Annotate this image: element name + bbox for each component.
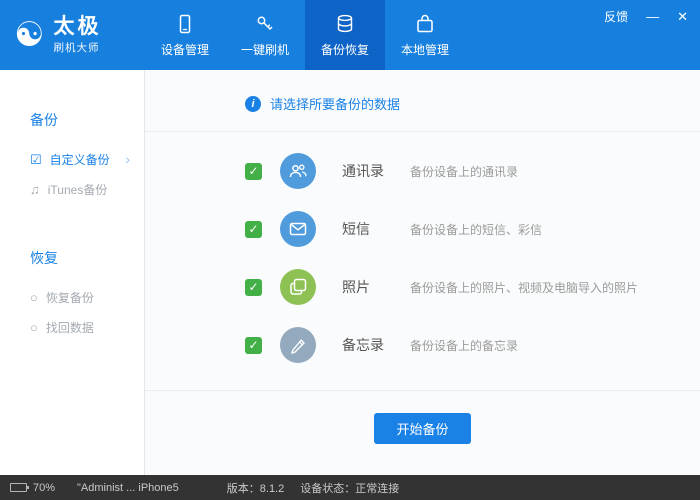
sidebar-item-itunes-backup[interactable]: ♫ iTunes备份 [0,174,144,204]
sidebar-item-label: iTunes备份 [47,182,108,197]
backup-item-list: ✓ 通讯录 备份设备上的通讯录 ✓ 短信 备份设备上的短信、彩信 ✓ 照片 备份… [145,132,700,388]
start-backup-button[interactable]: 开始备份 [374,413,471,444]
taiji-logo-icon: ☯ [14,15,45,55]
check-icon: ✓ [248,164,259,178]
photos-icon [280,269,316,305]
notice-bar: i 请选择所要备份的数据 [145,70,700,132]
checkbox-photos[interactable]: ✓ [245,278,262,296]
contacts-icon [280,153,316,189]
check-icon: ✓ [248,222,259,236]
sms-icon [280,211,316,247]
row-sms: ✓ 短信 备份设备上的短信、彩信 [245,200,700,258]
tab-label: 一键刷机 [240,42,289,57]
sidebar-item-label: 恢复备份 [45,290,94,305]
music-note-icon: ♫ [30,181,40,197]
statusbar: 70% "Administ ... iPhone5 版本：8.1.2 设备状态：… [0,475,700,500]
version-label: 版本：8.1.2 [226,482,285,495]
feedback-link[interactable]: 反馈 [604,8,628,25]
checkbox-icon: ☑ [30,151,42,167]
notice-text: 请选择所要备份的数据 [270,97,401,112]
app-name: 太极 [53,15,102,39]
sidebar-section-backup: 备份 [30,112,58,128]
main-nav: 设备管理 一键刷机 备份恢复 本地管理 [145,0,465,70]
device-name: "Administ ... iPhone5 [77,481,179,494]
battery-icon [10,483,29,492]
memo-icon [280,327,316,363]
sidebar-item-label: 找回数据 [45,320,94,335]
sidebar-item-restore-backup[interactable]: ○ 恢复备份 [0,282,144,312]
info-icon: i [245,95,261,112]
battery-percent: 70% [33,481,56,494]
tab-label: 本地管理 [400,42,449,57]
device-icon [179,14,191,33]
check-icon: ✓ [248,338,259,352]
sidebar-item-recover-data[interactable]: ○ 找回数据 [0,312,144,342]
checkbox-memo[interactable]: ✓ [245,336,262,354]
circle-icon: ○ [30,289,38,305]
chevron-right-icon: › [125,151,130,167]
row-contacts: ✓ 通讯录 备份设备上的通讯录 [245,142,700,200]
item-name: 照片 [342,279,370,295]
item-name: 备忘录 [342,337,384,353]
tab-local-management[interactable]: 本地管理 [385,0,465,70]
database-icon [337,14,353,32]
minimize-button[interactable]: — [646,10,659,23]
checkbox-sms[interactable]: ✓ [245,220,262,238]
tab-one-key-flash[interactable]: 一键刷机 [225,0,305,70]
tab-label: 备份恢复 [320,42,369,57]
row-photos: ✓ 照片 备份设备上的照片、视频及电脑导入的照片 [245,258,700,316]
item-desc: 备份设备上的备忘录 [410,338,519,353]
app-subtitle: 刷机大师 [53,41,100,54]
key-icon [257,16,273,30]
item-name: 短信 [342,221,370,237]
item-desc: 备份设备上的照片、视频及电脑导入的照片 [410,280,639,295]
item-name: 通讯录 [342,163,384,179]
button-area: 开始备份 [145,390,700,475]
body: 备份 ☑ 自定义备份 › ♫ iTunes备份 恢复 ○ 恢复备份 ○ 找回数据 [0,70,700,475]
sidebar: 备份 ☑ 自定义备份 › ♫ iTunes备份 恢复 ○ 恢复备份 ○ 找回数据 [0,70,145,475]
item-desc: 备份设备上的短信、彩信 [410,222,543,237]
circle-icon: ○ [30,319,38,335]
check-icon: ✓ [248,280,259,294]
app-window: ☯ 太极 刷机大师 设备管理 一键刷机 备份恢复 本地管理 反馈 — ✕ 备份 … [0,0,700,500]
briefcase-icon [417,14,433,32]
app-title-block: 太极 刷机大师 [53,15,101,54]
window-controls: 反馈 — ✕ [604,8,688,25]
checkbox-contacts[interactable]: ✓ [245,162,262,180]
item-desc: 备份设备上的通讯录 [410,164,519,179]
titlebar: ☯ 太极 刷机大师 设备管理 一键刷机 备份恢复 本地管理 反馈 — ✕ [0,0,700,70]
device-status: 设备状态：正常连接 [300,482,400,495]
tab-backup-restore[interactable]: 备份恢复 [305,0,385,70]
sidebar-section-restore: 恢复 [30,250,58,266]
tab-device-management[interactable]: 设备管理 [145,0,225,70]
app-logo: ☯ 太极 刷机大师 [0,0,145,70]
close-button[interactable]: ✕ [677,10,688,23]
sidebar-item-custom-backup[interactable]: ☑ 自定义备份 › [0,144,144,174]
main-content: i 请选择所要备份的数据 ✓ 通讯录 备份设备上的通讯录 ✓ 短信 备份设备上的… [145,70,700,475]
row-memo: ✓ 备忘录 备份设备上的备忘录 [245,316,700,374]
sidebar-item-label: 自定义备份 [49,152,110,167]
tab-label: 设备管理 [160,42,209,57]
